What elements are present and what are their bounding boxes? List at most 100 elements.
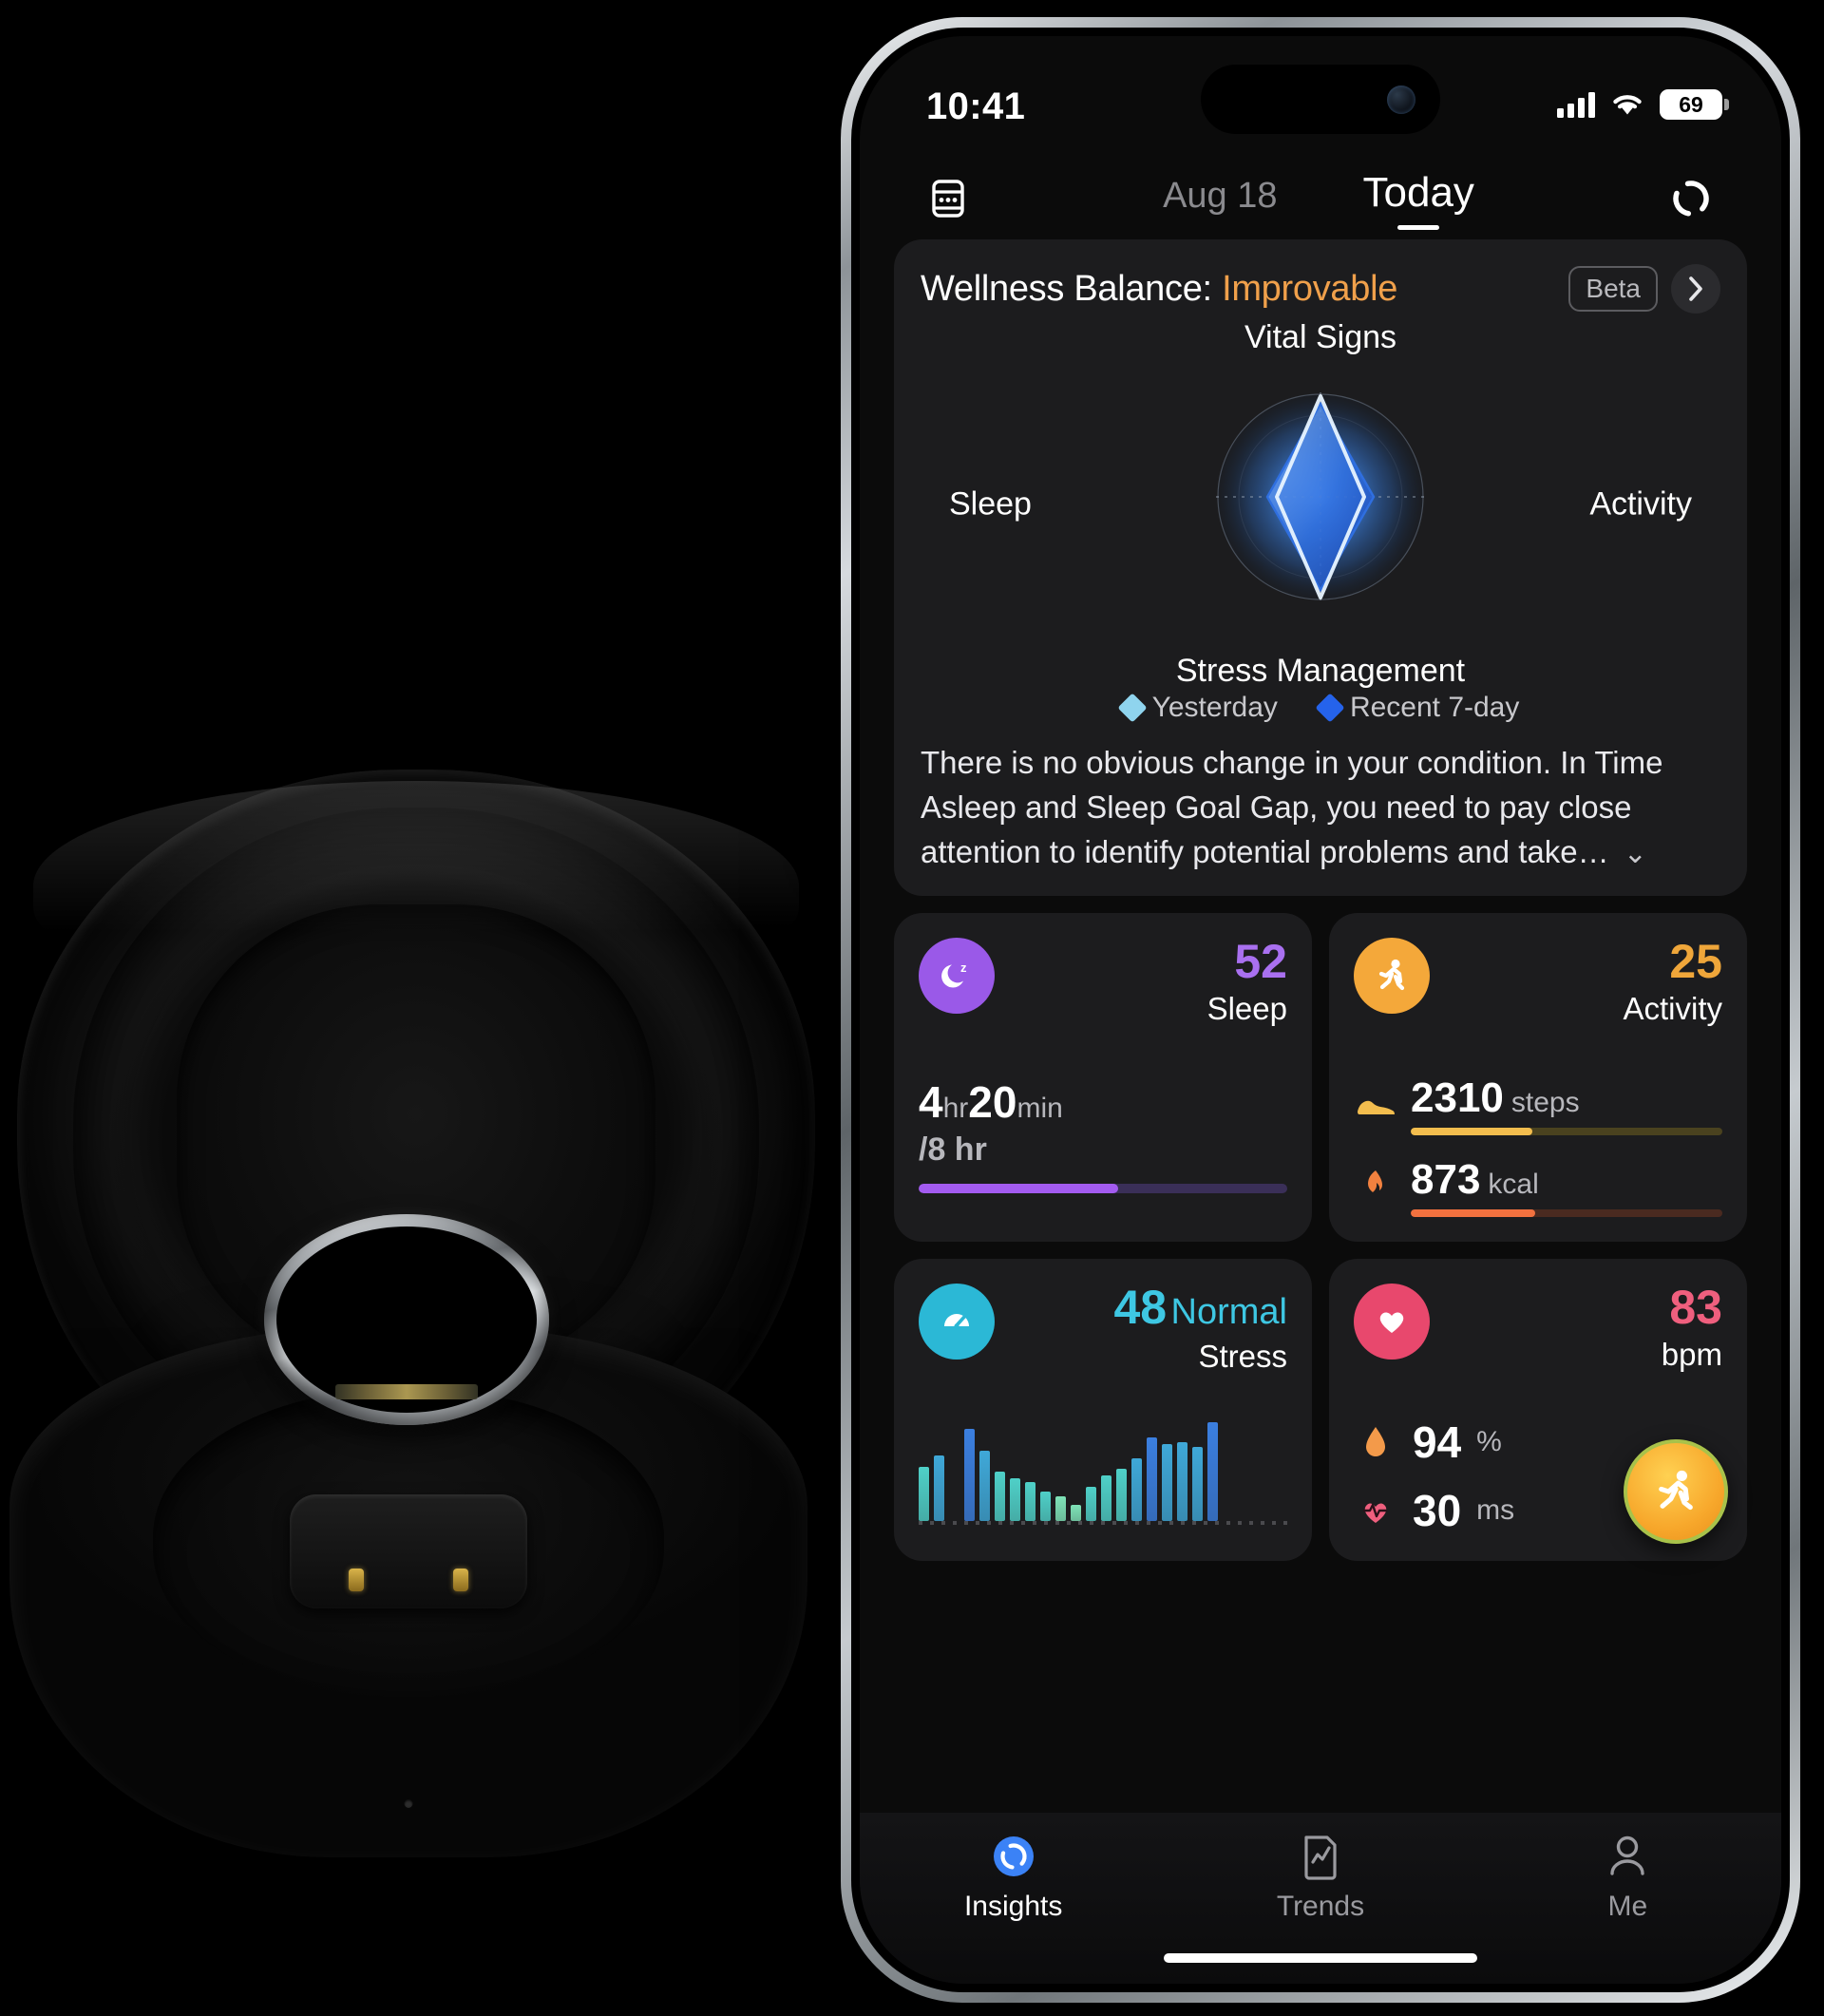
stress-status: Normal xyxy=(1170,1291,1287,1332)
wifi-icon xyxy=(1610,91,1644,118)
radar-axis-label-top: Vital Signs xyxy=(1244,319,1397,355)
stress-bar-chart xyxy=(919,1407,1287,1521)
chevron-right-icon[interactable] xyxy=(1671,264,1720,314)
stress-bar xyxy=(964,1428,975,1521)
kcal-progress-fill xyxy=(1411,1208,1536,1217)
stress-bar xyxy=(919,1466,929,1521)
bottom-tab-bar: Insights Trends Me xyxy=(860,1813,1781,1984)
tab-trends[interactable]: Trends xyxy=(1167,1832,1473,1923)
heart-icon xyxy=(1354,1283,1430,1360)
screenshot-stage: 10:41 69 Aug 18 Today Wellness Balance: … xyxy=(0,0,1824,2016)
tab-insights[interactable]: Insights xyxy=(860,1832,1167,1923)
kcal-value: 873 xyxy=(1411,1155,1481,1203)
wellness-balance-card[interactable]: Wellness Balance: Improvable Beta Vital … xyxy=(894,239,1747,896)
ring-sync-icon[interactable] xyxy=(1667,175,1715,222)
sleep-hours-unit: hr xyxy=(942,1092,969,1124)
stress-bar xyxy=(1177,1441,1188,1521)
radar-axis-label-right: Activity xyxy=(1589,485,1692,523)
sleep-progress-track xyxy=(919,1183,1287,1193)
kcal-progress-track xyxy=(1411,1208,1722,1217)
stress-bar xyxy=(995,1471,1005,1521)
status-bar: 10:41 69 xyxy=(860,36,1781,148)
steps-metric-body: 2310 steps xyxy=(1411,1075,1722,1135)
flame-icon xyxy=(1354,1165,1397,1208)
heart-rate-unit: bpm xyxy=(1661,1336,1722,1372)
steps-unit: steps xyxy=(1510,1086,1580,1118)
tab-me[interactable]: Me xyxy=(1474,1832,1781,1923)
stress-bar xyxy=(1055,1495,1066,1521)
spo2-unit: % xyxy=(1476,1425,1502,1457)
start-workout-fab[interactable] xyxy=(1624,1438,1728,1544)
stress-bar xyxy=(1147,1437,1157,1521)
spo2-value: 94 xyxy=(1413,1417,1462,1467)
wellness-status-value: Improvable xyxy=(1222,268,1398,309)
stress-tile[interactable]: 48 Normal Stress xyxy=(894,1258,1312,1561)
person-icon xyxy=(1603,1832,1652,1881)
calendar-icon[interactable] xyxy=(926,177,970,220)
date-tab-today[interactable]: Today xyxy=(1363,169,1474,228)
stress-tile-header: 48 Normal Stress xyxy=(919,1283,1287,1375)
metric-tiles-grid: z 52 Sleep 4hr20min /8 hr 25 Activity 23… xyxy=(894,912,1747,1561)
sleep-minutes-unit: min xyxy=(1016,1092,1063,1124)
heart-rate-tile[interactable]: 83 bpm 94 % 30 ms xyxy=(1329,1258,1747,1561)
date-tab-previous[interactable]: Aug 18 xyxy=(1163,176,1277,228)
sleep-tile-header: z 52 Sleep xyxy=(919,937,1287,1027)
activity-score: 25 Activity xyxy=(1623,938,1722,1027)
radar-axis-label-left: Sleep xyxy=(949,485,1032,523)
dynamic-island xyxy=(1201,65,1440,134)
stress-bar xyxy=(949,1519,960,1521)
kcal-line: 873 kcal xyxy=(1411,1156,1722,1204)
sleep-minutes: 20 xyxy=(968,1076,1017,1127)
case-led-indicator xyxy=(404,1799,413,1808)
hrv-value: 30 xyxy=(1413,1485,1462,1535)
case-base-well xyxy=(153,1389,664,1698)
stress-bar xyxy=(1207,1421,1218,1521)
activity-score-label: Activity xyxy=(1623,990,1722,1026)
wellness-summary-text[interactable]: There is no obvious change in your condi… xyxy=(921,741,1720,875)
stress-score: 48 Normal Stress xyxy=(1113,1284,1287,1375)
stress-bar xyxy=(979,1451,990,1521)
stress-bar xyxy=(1071,1505,1081,1521)
tab-label-trends: Trends xyxy=(1276,1891,1365,1922)
steps-progress-track xyxy=(1411,1127,1722,1135)
heart-rate-value: 83 xyxy=(1669,1280,1722,1334)
activity-tile-header: 25 Activity xyxy=(1354,937,1722,1027)
activity-tile[interactable]: 25 Activity 2310 steps 873 kcal xyxy=(1329,912,1747,1242)
gauge-icon xyxy=(919,1283,995,1360)
stress-bar xyxy=(1162,1444,1172,1521)
legend-label-yesterday: Yesterday xyxy=(1151,692,1278,723)
activity-score-value: 25 xyxy=(1669,934,1722,988)
wellness-title: Wellness Balance: Improvable xyxy=(921,269,1555,310)
home-indicator xyxy=(1164,1953,1477,1963)
running-person-icon xyxy=(1354,937,1430,1014)
front-camera-icon xyxy=(1387,85,1416,114)
sleep-hours: 4 xyxy=(919,1076,943,1127)
legend-label-recent7: Recent 7-day xyxy=(1349,692,1520,723)
product-photo-smart-ring-case xyxy=(0,0,836,2016)
status-indicators: 69 xyxy=(1557,89,1729,120)
stress-bar xyxy=(1025,1482,1036,1521)
steps-metric-row: 2310 steps xyxy=(1354,1075,1722,1135)
sleep-goal: /8 hr xyxy=(919,1131,987,1168)
beta-badge: Beta xyxy=(1568,266,1658,312)
heart-score: 83 bpm xyxy=(1662,1284,1722,1373)
sleep-score-value: 52 xyxy=(1234,934,1287,988)
charging-dock xyxy=(289,1493,527,1608)
sleep-tile[interactable]: z 52 Sleep 4hr20min /8 hr xyxy=(894,912,1312,1242)
heart-pulse-icon xyxy=(1354,1489,1397,1532)
stress-bar xyxy=(1116,1469,1127,1521)
radar-axis-label-bottom: Stress Management xyxy=(1175,653,1466,689)
blood-drop-icon xyxy=(1354,1420,1397,1464)
dashboard-content: Wellness Balance: Improvable Beta Vital … xyxy=(860,234,1781,1561)
chevron-down-icon[interactable]: ⌄ xyxy=(1624,838,1647,869)
steps-progress-fill xyxy=(1411,1127,1532,1135)
tab-label-me: Me xyxy=(1607,1891,1648,1922)
steps-value: 2310 xyxy=(1411,1074,1504,1121)
legend-swatch-yesterday xyxy=(1117,693,1148,723)
heart-tile-header: 83 bpm xyxy=(1354,1283,1722,1373)
insights-ring-icon xyxy=(989,1832,1038,1881)
phone-device: 10:41 69 Aug 18 Today Wellness Balance: … xyxy=(841,17,1800,2003)
sleep-score: 52 Sleep xyxy=(1207,938,1287,1027)
wellness-header: Wellness Balance: Improvable Beta xyxy=(921,264,1720,314)
summary-body: There is no obvious change in your condi… xyxy=(921,745,1663,869)
